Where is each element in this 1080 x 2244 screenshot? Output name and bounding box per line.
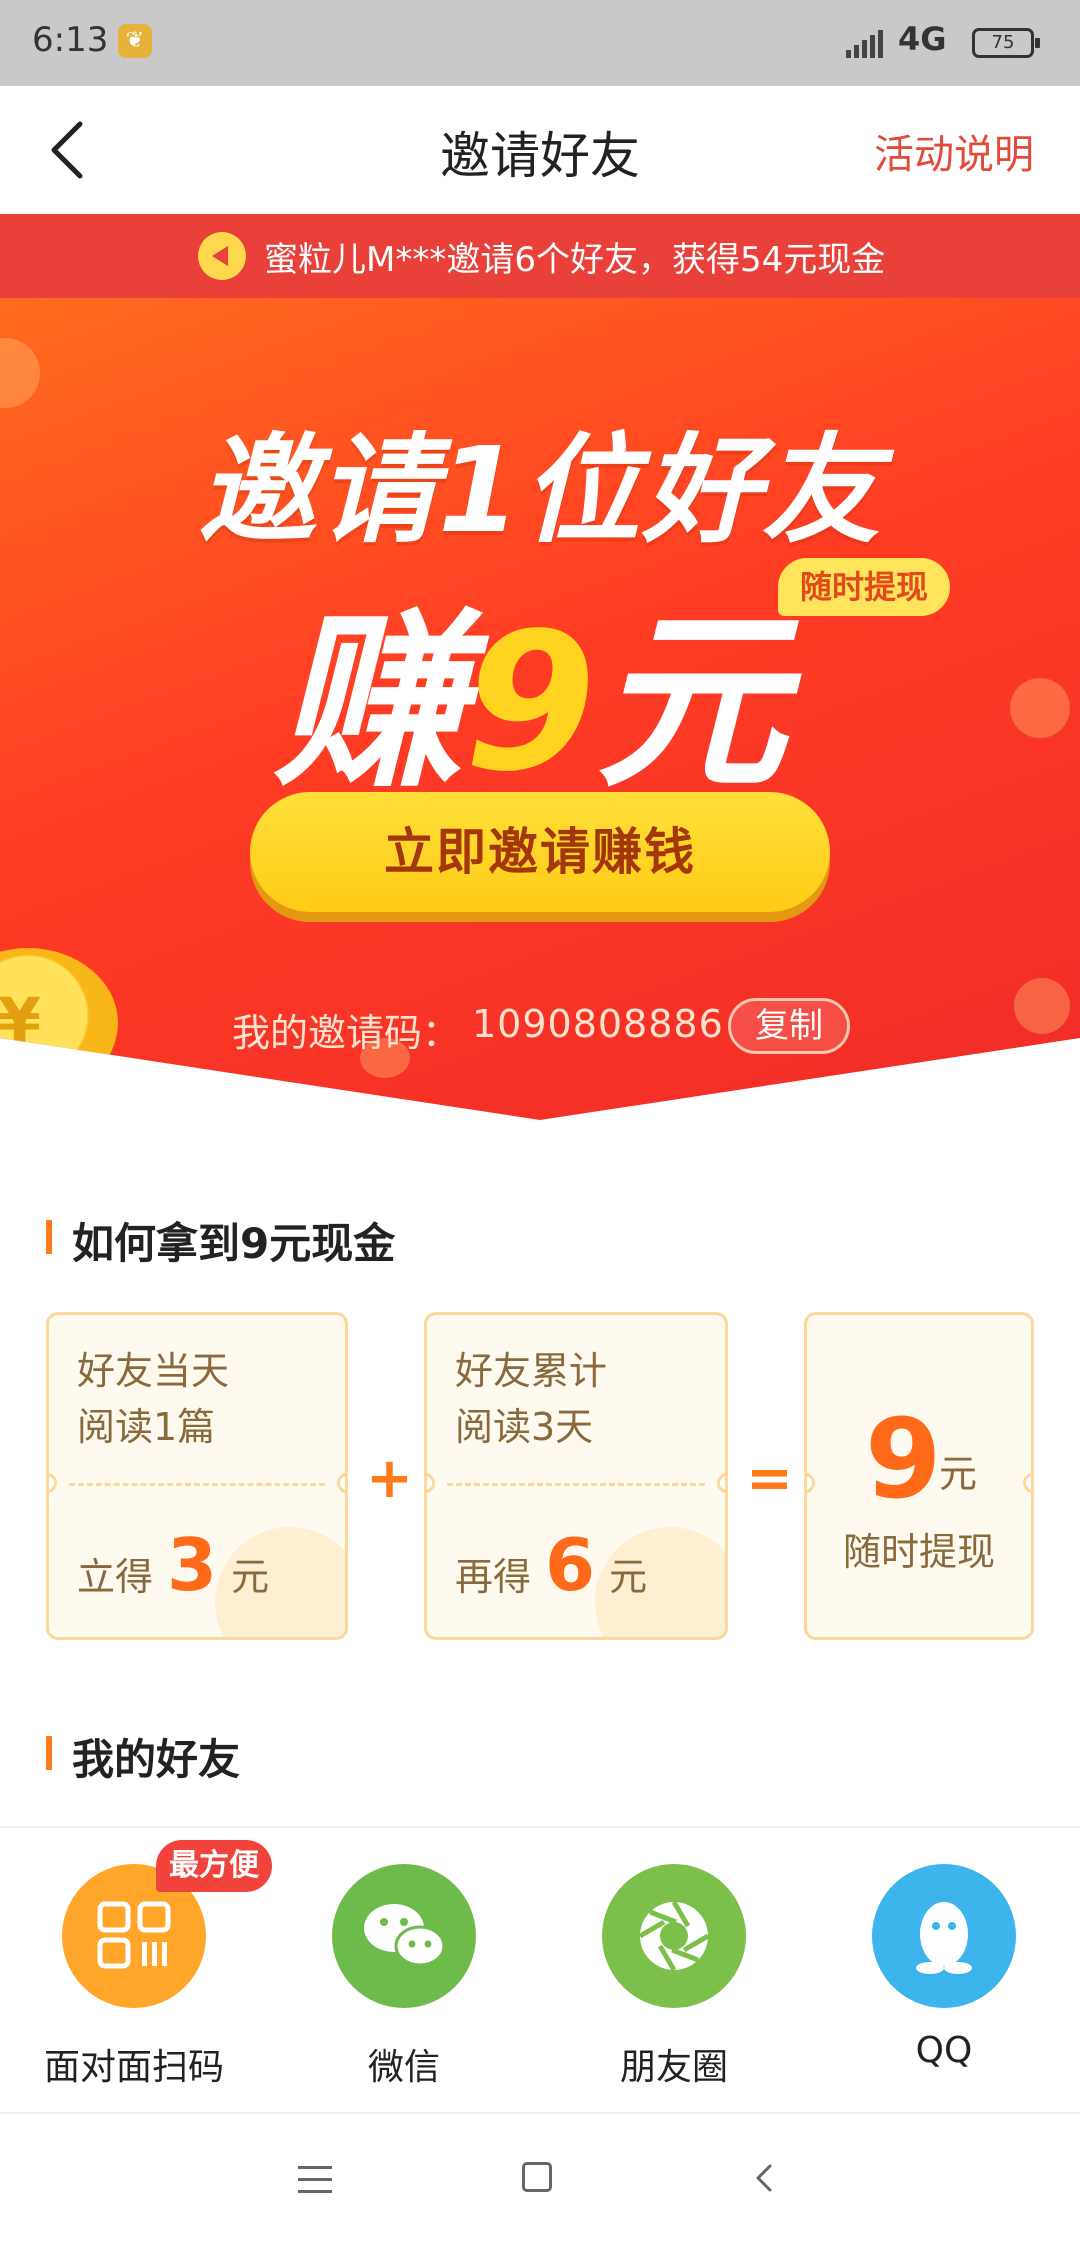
- reward-prefix: 再得: [455, 1555, 532, 1599]
- earn-amount: 9: [464, 592, 597, 813]
- step-card-1: 好友当天 阅读1篇 立得 3 元: [46, 1312, 348, 1640]
- coin-icon: ¥: [0, 948, 118, 1098]
- share-label: 朋友圈: [619, 2047, 728, 2088]
- system-nav-bar: [0, 2112, 1080, 2244]
- decor-bubble: [1010, 678, 1070, 738]
- reward-unit: 元: [609, 1555, 648, 1599]
- reward-amount: 3: [167, 1523, 218, 1607]
- step-line-1: 好友当天: [77, 1349, 230, 1393]
- wechat-icon: [332, 1864, 476, 2008]
- status-bar: 6:13 ❦ 4G 75: [0, 0, 1080, 86]
- equals-sign: =: [746, 1446, 793, 1511]
- my-friends-heading: 我的好友: [46, 1726, 240, 1787]
- earn-prefix: 赚: [274, 592, 465, 813]
- copy-code-button[interactable]: 复制: [728, 998, 850, 1054]
- speaker-icon: [198, 232, 246, 280]
- step-card-text: 好友当天 阅读1篇: [77, 1343, 229, 1455]
- nav-back-icon[interactable]: [750, 2162, 780, 2194]
- signal-icon: [846, 30, 886, 58]
- plus-sign: +: [366, 1446, 413, 1511]
- result-amount: 9: [865, 1395, 942, 1523]
- card-notch: [49, 1473, 57, 1493]
- dashed-divider: [69, 1483, 325, 1486]
- moments-icon: [602, 1864, 746, 2008]
- hero-title: 邀请1位好友: [197, 421, 883, 559]
- announcement-ticker: 蜜粒儿M***邀请6个好友，获得54元现金: [0, 214, 1080, 298]
- invite-code-value: 1090808886: [472, 1002, 724, 1046]
- share-scan-button[interactable]: 面对面扫码: [24, 1864, 244, 2090]
- withdraw-anytime-tag: 随时提现: [778, 558, 950, 616]
- card-notch: [1023, 1473, 1031, 1493]
- result-card: 9 元 随时提现: [804, 1312, 1034, 1640]
- result-unit: 元: [939, 1452, 978, 1496]
- menu-icon[interactable]: [298, 2166, 332, 2194]
- step-reward: 立得 3 元: [77, 1523, 269, 1607]
- ticker-text: 蜜粒儿M***邀请6个好友，获得54元现金: [264, 240, 886, 280]
- share-label: 微信: [367, 2047, 440, 2088]
- decor-bubble: [1014, 978, 1070, 1034]
- step-line-1: 好友累计: [455, 1349, 608, 1393]
- reward-unit: 元: [231, 1555, 270, 1599]
- card-notch: [807, 1473, 815, 1493]
- status-time: 6:13: [32, 20, 109, 60]
- hero-banner: 邀请1位好友 赚9元 随时提现 立即邀请赚钱 ¥ 我的邀请码： 10908088…: [0, 298, 1080, 1120]
- invite-code-label: 我的邀请码：: [232, 1011, 461, 1055]
- how-to-earn-heading: 如何拿到9元现金: [46, 1210, 395, 1271]
- share-label: QQ: [915, 2030, 973, 2071]
- app-header: 邀请好友 活动说明: [0, 86, 1080, 214]
- most-convenient-badge: 最方便: [156, 1840, 272, 1892]
- activity-rules-link[interactable]: 活动说明: [874, 122, 1034, 180]
- reward-prefix: 立得: [77, 1555, 154, 1599]
- card-notch: [337, 1473, 345, 1493]
- step-reward: 再得 6 元: [455, 1523, 647, 1607]
- qq-icon: [872, 1864, 1016, 2008]
- step-line-2: 阅读3天: [455, 1405, 594, 1449]
- step-card-2: 好友累计 阅读3天 再得 6 元: [424, 1312, 728, 1640]
- earn-suffix: 元: [596, 592, 787, 813]
- result-note: 随时提现: [842, 1530, 995, 1574]
- battery-icon: 75: [972, 28, 1040, 58]
- reward-amount: 6: [545, 1523, 596, 1607]
- card-notch: [717, 1473, 725, 1493]
- share-qq-button[interactable]: QQ: [834, 1864, 1054, 2071]
- share-moments-button[interactable]: 朋友圈: [564, 1864, 784, 2090]
- network-type: 4G: [898, 20, 947, 58]
- share-label: 面对面扫码: [43, 2047, 224, 2088]
- step-line-2: 阅读1篇: [77, 1405, 216, 1449]
- home-icon[interactable]: [522, 2162, 552, 2192]
- card-notch: [427, 1473, 435, 1493]
- share-wechat-button[interactable]: 微信: [294, 1864, 514, 2090]
- hero-earn-amount: 赚9元: [274, 548, 786, 823]
- invite-now-button[interactable]: 立即邀请赚钱: [250, 792, 830, 912]
- step-card-text: 好友累计 阅读3天: [455, 1343, 607, 1455]
- share-bar: 面对面扫码 最方便 微信 朋友圈 QQ: [0, 1826, 1080, 2112]
- app-notification-icon: ❦: [118, 24, 152, 58]
- dashed-divider: [447, 1483, 705, 1486]
